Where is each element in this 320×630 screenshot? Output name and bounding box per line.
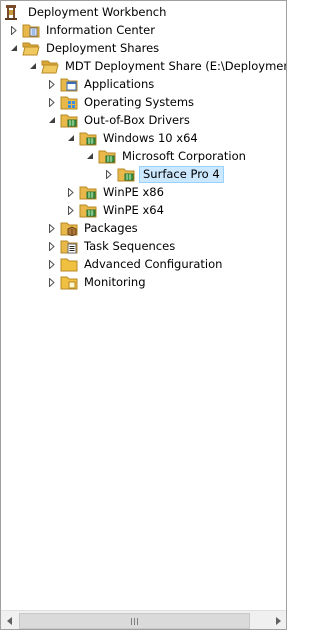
- tree-node-surface-pro-4[interactable]: Surface Pro 4: [104, 165, 224, 183]
- expand-arrow-icon[interactable]: [66, 183, 76, 201]
- tree-node-label: WinPE x64: [103, 203, 164, 217]
- operating-systems-folder-icon: [60, 94, 78, 110]
- packages-folder-icon: [60, 220, 78, 236]
- tree-node-label: Deployment Workbench: [28, 5, 167, 19]
- expand-arrow-icon[interactable]: [47, 93, 57, 111]
- drivers-folder-icon: [79, 184, 97, 200]
- folder-icon: [60, 256, 78, 272]
- tree-node-microsoft-corporation[interactable]: Microsoft Corporation: [85, 147, 248, 165]
- tree-node-label: MDT Deployment Share (E:\DeploymentSh: [65, 59, 286, 73]
- drivers-folder-icon: [60, 112, 78, 128]
- scroll-left-button[interactable]: [1, 611, 18, 629]
- tree-node-winpe-x64[interactable]: WinPE x64: [66, 201, 166, 219]
- tree-node-out-of-box-drivers[interactable]: Out-of-Box Drivers: [47, 111, 192, 129]
- folder-icon: [22, 22, 40, 38]
- scroll-right-arrow-icon: [275, 616, 281, 625]
- tree-node-winpe-x86[interactable]: WinPE x86: [66, 183, 166, 201]
- applications-folder-icon: [60, 76, 78, 92]
- collapse-arrow-icon[interactable]: [28, 57, 38, 75]
- collapse-arrow-icon[interactable]: [9, 39, 19, 57]
- tree-node-label: Deployment Shares: [46, 41, 160, 55]
- scroll-left-arrow-icon: [6, 616, 12, 625]
- expand-arrow-icon[interactable]: [47, 75, 57, 93]
- tree-node-deployment-shares[interactable]: Deployment Shares: [9, 39, 161, 57]
- tree-node-mdt-deployment-share[interactable]: MDT Deployment Share (E:\DeploymentSh: [28, 57, 286, 75]
- tree-node-label: Information Center: [46, 23, 155, 37]
- tree-node-applications[interactable]: Applications: [47, 75, 156, 93]
- expand-arrow-icon[interactable]: [104, 165, 114, 183]
- expand-arrow-icon[interactable]: [47, 237, 57, 255]
- drivers-folder-icon: [79, 202, 97, 218]
- expand-arrow-icon[interactable]: [9, 21, 19, 39]
- tree-node-label: Operating Systems: [84, 95, 195, 109]
- tree-node-windows-10-x64[interactable]: Windows 10 x64: [66, 129, 200, 147]
- tree-node-label: Microsoft Corporation: [122, 149, 246, 163]
- tree-node-packages[interactable]: Packages: [47, 219, 140, 237]
- open-folder-icon: [22, 40, 40, 56]
- navigation-tree: Deployment Workbench Information Center: [1, 1, 286, 609]
- tree-node-advanced-configuration[interactable]: Advanced Configuration: [47, 255, 224, 273]
- tree-node-label: Applications: [84, 77, 155, 91]
- expand-arrow-icon[interactable]: [47, 219, 57, 237]
- grip-icon: [131, 617, 138, 625]
- drivers-folder-icon: [79, 130, 97, 146]
- collapse-arrow-icon[interactable]: [66, 129, 76, 147]
- horizontal-scrollbar[interactable]: [1, 610, 286, 629]
- tree-node-label: Packages: [84, 221, 138, 235]
- tree-node-label: WinPE x86: [103, 185, 164, 199]
- tree-node-label: Advanced Configuration: [84, 257, 223, 271]
- expand-arrow-icon[interactable]: [47, 255, 57, 273]
- tree-node-operating-systems[interactable]: Operating Systems: [47, 93, 196, 111]
- tree-node-label: Task Sequences: [84, 239, 176, 253]
- monitoring-folder-icon: [60, 274, 78, 290]
- task-sequences-folder-icon: [60, 238, 78, 254]
- expand-arrow-icon[interactable]: [66, 201, 76, 219]
- tree-node-information-center[interactable]: Information Center: [9, 21, 157, 39]
- expand-arrow-icon[interactable]: [47, 273, 57, 291]
- open-folder-icon: [41, 58, 59, 74]
- tree-node-deployment-workbench[interactable]: Deployment Workbench: [4, 3, 168, 21]
- tree-node-label: Surface Pro 4: [139, 165, 224, 183]
- deployment-workbench-icon: [4, 4, 22, 20]
- tree-node-label: Windows 10 x64: [103, 131, 198, 145]
- tree-node-label: Monitoring: [84, 275, 146, 289]
- tree-panel: Deployment Workbench Information Center: [0, 0, 287, 630]
- scroll-thumb[interactable]: [19, 613, 250, 629]
- drivers-folder-icon: [117, 166, 135, 182]
- collapse-arrow-icon[interactable]: [47, 111, 57, 129]
- tree-node-monitoring[interactable]: Monitoring: [47, 273, 148, 291]
- collapse-arrow-icon[interactable]: [85, 147, 95, 165]
- tree-node-task-sequences[interactable]: Task Sequences: [47, 237, 177, 255]
- drivers-folder-icon: [98, 148, 116, 164]
- tree-node-label: Out-of-Box Drivers: [84, 113, 190, 127]
- scroll-right-button[interactable]: [269, 611, 286, 629]
